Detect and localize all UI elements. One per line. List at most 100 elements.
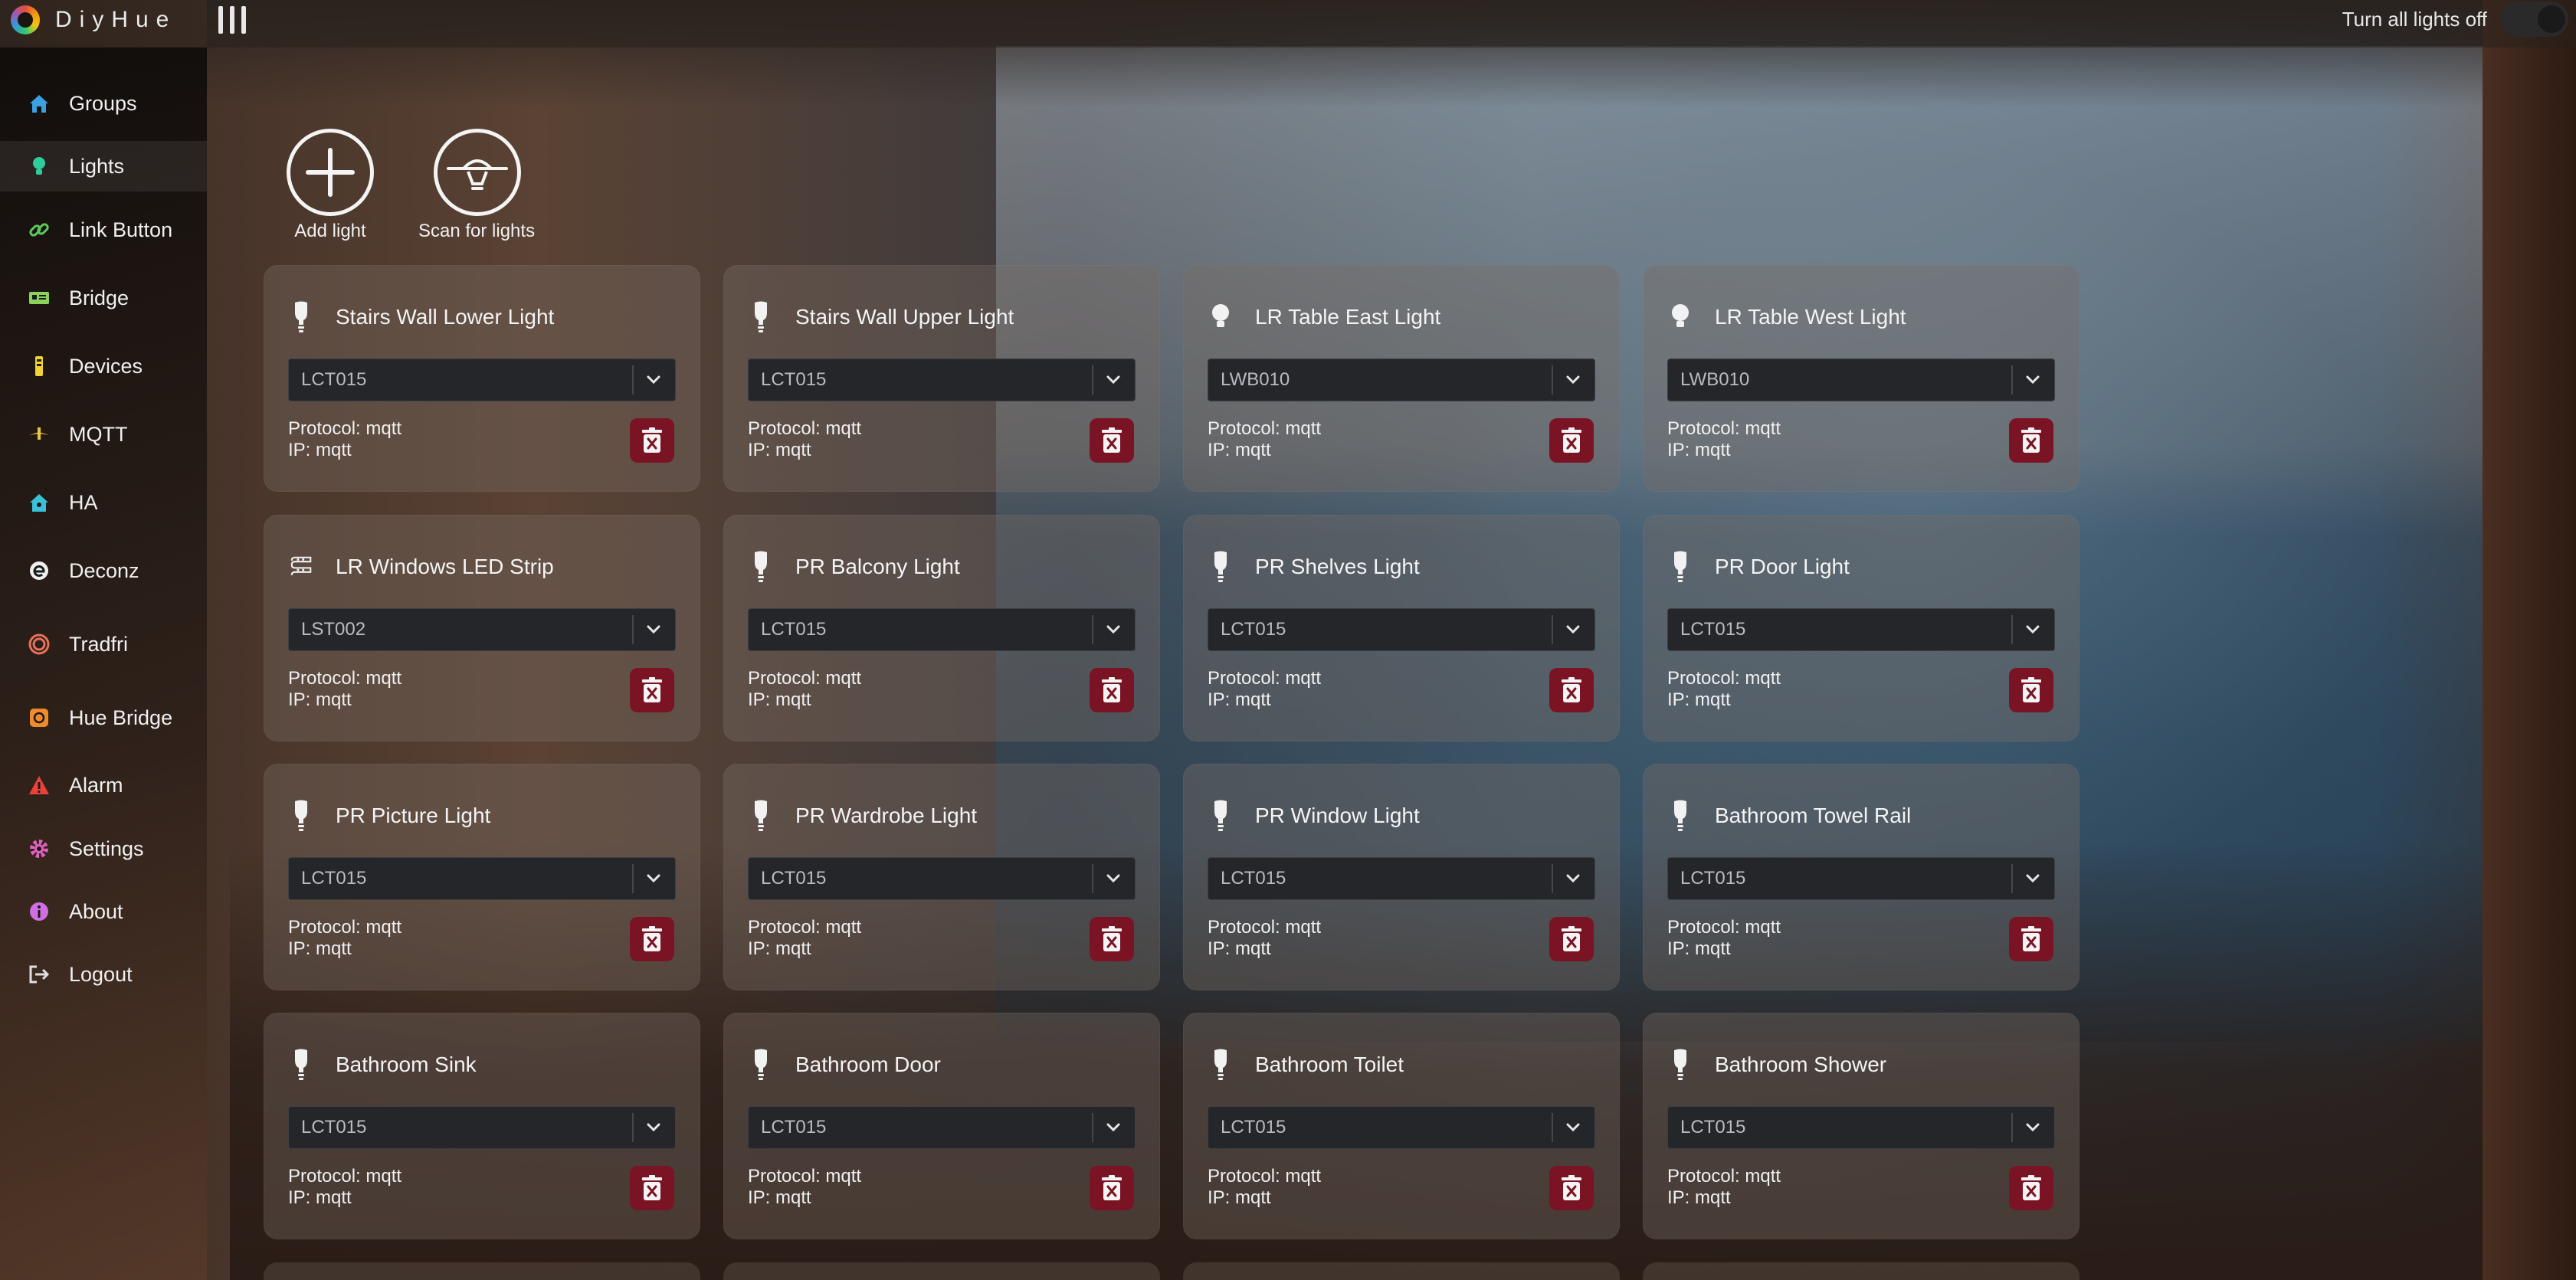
sidebar-item-lights[interactable]: Lights <box>0 141 207 192</box>
light-card-header: PR Balcony Light <box>749 551 960 582</box>
select-separator <box>2011 1113 2013 1142</box>
delete-light-button[interactable] <box>1090 1166 1134 1210</box>
add-light-button[interactable]: Add light <box>287 129 374 242</box>
delete-light-button[interactable] <box>1549 917 1594 961</box>
light-ip: IP: mqtt <box>1208 1187 1271 1208</box>
model-select[interactable]: LCT015 <box>1208 1106 1595 1149</box>
sidebar-item-about[interactable]: About <box>0 886 207 937</box>
light-protocol: Protocol: mqtt <box>748 1166 862 1187</box>
model-select[interactable]: LCT015 <box>1208 608 1595 651</box>
sidebar-item-label: Bridge <box>69 286 129 309</box>
deconz-icon <box>28 559 51 582</box>
select-separator <box>2011 864 2013 893</box>
light-name: PR Window Light <box>1255 804 1420 827</box>
model-select[interactable]: LCT015 <box>748 1106 1136 1149</box>
model-select[interactable]: LCT015 <box>1667 857 2055 900</box>
delete-light-button[interactable] <box>2009 1166 2053 1210</box>
scan-lights-label: Scan for lights <box>418 221 536 241</box>
delete-light-button[interactable] <box>1549 668 1594 712</box>
light-name: PR Balcony Light <box>795 555 960 578</box>
chevron-down-icon <box>1106 1123 1120 1132</box>
delete-light-button[interactable] <box>630 1166 674 1210</box>
trash-icon <box>1102 677 1122 702</box>
sidebar-item-ha[interactable]: HA <box>0 477 207 528</box>
delete-light-button[interactable] <box>630 418 674 463</box>
sidebar-item-label: Deconz <box>69 558 139 582</box>
light-name: Bathroom Shower <box>1715 1052 1887 1076</box>
chevron-down-icon <box>1566 625 1580 634</box>
sidebar-item-bridge[interactable]: Bridge <box>0 273 207 323</box>
delete-light-button[interactable] <box>630 917 674 961</box>
sidebar-item-mqtt[interactable]: MQTT <box>0 409 207 460</box>
light-card-header: Bathroom Towel Rail <box>1669 800 1911 831</box>
menu-toggle-button[interactable] <box>218 6 246 34</box>
led-strip-icon <box>290 552 313 582</box>
delete-light-button[interactable] <box>1549 418 1594 463</box>
model-select[interactable]: LCT015 <box>748 608 1136 651</box>
sidebar-item-link-button[interactable]: Link Button <box>0 205 207 255</box>
bulb-icon <box>290 800 313 831</box>
model-select-value: LCT015 <box>1221 868 1286 889</box>
model-select[interactable]: LWB010 <box>1667 358 2055 401</box>
sidebar-item-logout[interactable]: Logout <box>0 949 207 1000</box>
sidebar-item-groups[interactable]: Groups <box>0 78 207 129</box>
trash-icon <box>2021 427 2041 453</box>
sidebar-item-alarm[interactable]: Alarm <box>0 760 207 810</box>
trash-icon <box>1562 427 1581 453</box>
model-select-value: LCT015 <box>1680 868 1746 889</box>
model-select[interactable]: LWB010 <box>1208 358 1595 401</box>
sidebar-item-label: MQTT <box>69 422 128 446</box>
light-name: Bathroom Door <box>795 1052 941 1076</box>
model-select[interactable]: LCT015 <box>748 358 1136 401</box>
sidebar-item-settings[interactable]: Settings <box>0 823 207 874</box>
light-card-header: Bathroom Sink <box>290 1049 477 1080</box>
sidebar-item-devices[interactable]: Devices <box>0 341 207 391</box>
light-info: Protocol: mqtt IP: mqtt <box>1208 668 1321 711</box>
model-select-value: LCT015 <box>761 619 827 640</box>
delete-light-button[interactable] <box>2009 668 2053 712</box>
bulb-icon <box>28 155 51 178</box>
delete-light-button[interactable] <box>1090 917 1134 961</box>
light-protocol: Protocol: mqtt <box>288 1166 402 1187</box>
light-protocol: Protocol: mqtt <box>1667 1166 1781 1187</box>
light-card: PR Window Light LCT015 Protocol: mqtt IP… <box>1183 764 1620 990</box>
light-info: Protocol: mqtt IP: mqtt <box>748 668 861 711</box>
sidebar-item-label: Lights <box>69 154 125 178</box>
sidebar-item-tradfri[interactable]: Tradfri <box>0 619 207 669</box>
sidebar-item-deconz[interactable]: Deconz <box>0 545 207 596</box>
delete-light-button[interactable] <box>1549 1166 1594 1210</box>
light-info: Protocol: mqtt IP: mqtt <box>748 917 861 960</box>
light-ip: IP: mqtt <box>288 1187 352 1208</box>
model-select[interactable]: LCT015 <box>1667 1106 2055 1149</box>
light-name: PR Wardrobe Light <box>795 804 978 827</box>
delete-light-button[interactable] <box>2009 418 2053 463</box>
sidebar-item-hue-bridge[interactable]: Hue Bridge <box>0 692 207 743</box>
model-select[interactable]: LCT015 <box>1667 608 2055 651</box>
light-protocol: Protocol: mqtt <box>288 418 402 439</box>
chevron-down-icon <box>2026 1123 2040 1132</box>
trash-icon <box>2021 677 2041 702</box>
model-select-value: LCT015 <box>1680 619 1746 640</box>
light-card: Bathroom Sink LCT015 Protocol: mqtt IP: … <box>264 1013 700 1239</box>
all-lights-toggle[interactable] <box>2501 2 2568 37</box>
model-select[interactable]: LCT015 <box>288 1106 676 1149</box>
model-select[interactable]: LCT015 <box>1208 857 1595 900</box>
delete-light-button[interactable] <box>630 668 674 712</box>
light-card: LR Table East Light LWB010 Protocol: mqt… <box>1183 265 1620 492</box>
model-select[interactable]: LCT015 <box>288 857 676 900</box>
delete-light-button[interactable] <box>1090 668 1134 712</box>
brand[interactable]: DiyHue <box>11 3 176 37</box>
delete-light-button[interactable] <box>1090 418 1134 463</box>
light-ip: IP: mqtt <box>1667 1187 1731 1208</box>
model-select[interactable]: LST002 <box>288 608 676 651</box>
card-partial <box>1643 1262 2079 1280</box>
scan-lights-button[interactable]: Scan for lights <box>418 129 535 242</box>
light-card: Stairs Wall Lower Light LCT015 Protocol:… <box>264 265 700 492</box>
light-ip: IP: mqtt <box>288 689 352 710</box>
model-select[interactable]: LCT015 <box>748 857 1136 900</box>
light-info: Protocol: mqtt IP: mqtt <box>288 1166 401 1209</box>
select-separator <box>2011 615 2013 644</box>
model-select-value: LCT015 <box>301 868 367 889</box>
model-select[interactable]: LCT015 <box>288 358 676 401</box>
delete-light-button[interactable] <box>2009 917 2053 961</box>
